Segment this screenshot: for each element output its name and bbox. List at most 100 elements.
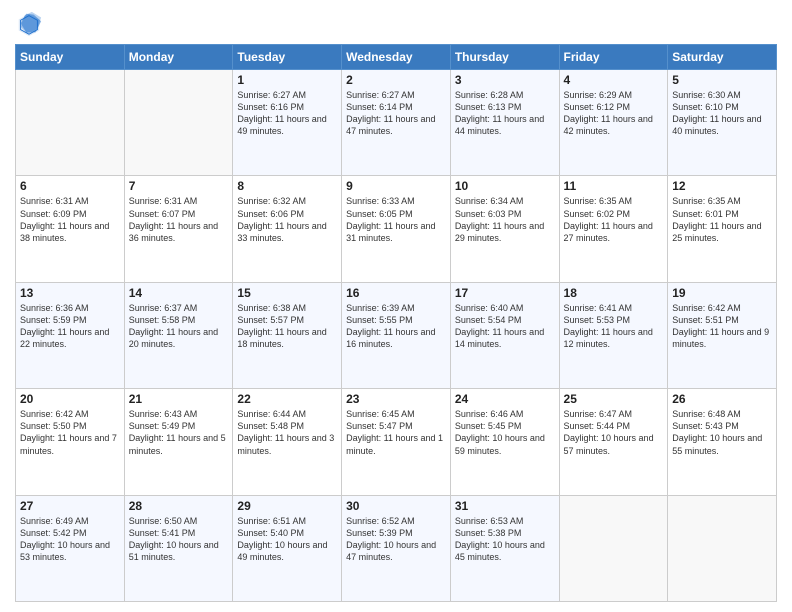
day-cell: 11 Sunrise: 6:35 AM Sunset: 6:02 PM Dayli… bbox=[559, 176, 668, 282]
day-info: Sunrise: 6:35 AM Sunset: 6:01 PM Dayligh… bbox=[672, 195, 772, 244]
day-cell: 3 Sunrise: 6:28 AM Sunset: 6:13 PM Daylig… bbox=[450, 70, 559, 176]
day-info: Sunrise: 6:53 AM Sunset: 5:38 PM Dayligh… bbox=[455, 515, 555, 564]
day-info: Sunrise: 6:46 AM Sunset: 5:45 PM Dayligh… bbox=[455, 408, 555, 457]
day-number: 31 bbox=[455, 499, 555, 513]
day-cell: 29Sunrise: 6:51 AM Sunset: 5:40 PM Dayli… bbox=[233, 495, 342, 601]
day-cell: 1Sunrise: 6:27 AM Sunset: 6:16 PM Daylig… bbox=[233, 70, 342, 176]
day-number: 4 bbox=[564, 73, 664, 87]
day-number: 11 bbox=[564, 179, 664, 193]
day-cell: 20 Sunrise: 6:42 AM Sunset: 5:50 PM Dayli… bbox=[16, 389, 125, 495]
day-cell bbox=[124, 70, 233, 176]
day-info: Sunrise: 6:50 AM Sunset: 5:41 PM Dayligh… bbox=[129, 515, 229, 564]
day-info: Sunrise: 6:27 AM Sunset: 6:14 PM Dayligh… bbox=[346, 89, 446, 138]
day-cell: 18Sunrise: 6:41 AM Sunset: 5:53 PM Dayli… bbox=[559, 282, 668, 388]
day-cell: 16Sunrise: 6:39 AM Sunset: 5:55 PM Dayli… bbox=[342, 282, 451, 388]
header-row: SundayMondayTuesdayWednesdayThursdayFrid… bbox=[16, 45, 777, 70]
day-cell: 26 Sunrise: 6:48 AM Sunset: 5:43 PM Dayli… bbox=[668, 389, 777, 495]
day-number: 13 bbox=[20, 286, 120, 300]
day-info: Sunrise: 6:47 AM Sunset: 5:44 PM Dayligh… bbox=[564, 408, 664, 457]
day-info: Sunrise: 6:33 AM Sunset: 6:05 PM Dayligh… bbox=[346, 195, 446, 244]
day-number: 26 bbox=[672, 392, 772, 406]
day-cell: 21 Sunrise: 6:43 AM Sunset: 5:49 PM Dayli… bbox=[124, 389, 233, 495]
day-number: 7 bbox=[129, 179, 229, 193]
day-number: 5 bbox=[672, 73, 772, 87]
day-number: 16 bbox=[346, 286, 446, 300]
day-number: 20 bbox=[20, 392, 120, 406]
day-number: 25 bbox=[564, 392, 664, 406]
day-cell: 30 Sunrise: 6:52 AM Sunset: 5:39 PM Dayli… bbox=[342, 495, 451, 601]
day-info: Sunrise: 6:40 AM Sunset: 5:54 PM Dayligh… bbox=[455, 302, 555, 351]
day-info: Sunrise: 6:44 AM Sunset: 5:48 PM Dayligh… bbox=[237, 408, 337, 457]
day-info: Sunrise: 6:52 AM Sunset: 5:39 PM Dayligh… bbox=[346, 515, 446, 564]
day-info: Sunrise: 6:43 AM Sunset: 5:49 PM Dayligh… bbox=[129, 408, 229, 457]
day-info: Sunrise: 6:31 AM Sunset: 6:07 PM Dayligh… bbox=[129, 195, 229, 244]
day-number: 12 bbox=[672, 179, 772, 193]
day-number: 19 bbox=[672, 286, 772, 300]
day-header-monday: Monday bbox=[124, 45, 233, 70]
day-cell: 24 Sunrise: 6:46 AM Sunset: 5:45 PM Dayli… bbox=[450, 389, 559, 495]
day-info: Sunrise: 6:38 AM Sunset: 5:57 PM Dayligh… bbox=[237, 302, 337, 351]
day-header-tuesday: Tuesday bbox=[233, 45, 342, 70]
day-cell: 9 Sunrise: 6:33 AM Sunset: 6:05 PM Daylig… bbox=[342, 176, 451, 282]
day-number: 2 bbox=[346, 73, 446, 87]
day-number: 30 bbox=[346, 499, 446, 513]
day-cell: 5 Sunrise: 6:30 AM Sunset: 6:10 PM Daylig… bbox=[668, 70, 777, 176]
day-info: Sunrise: 6:29 AM Sunset: 6:12 PM Dayligh… bbox=[564, 89, 664, 138]
day-number: 9 bbox=[346, 179, 446, 193]
week-row-2: 13 Sunrise: 6:36 AM Sunset: 5:59 PM Dayli… bbox=[16, 282, 777, 388]
day-info: Sunrise: 6:31 AM Sunset: 6:09 PM Dayligh… bbox=[20, 195, 120, 244]
day-info: Sunrise: 6:49 AM Sunset: 5:42 PM Dayligh… bbox=[20, 515, 120, 564]
day-info: Sunrise: 6:28 AM Sunset: 6:13 PM Dayligh… bbox=[455, 89, 555, 138]
day-info: Sunrise: 6:36 AM Sunset: 5:59 PM Dayligh… bbox=[20, 302, 120, 351]
day-number: 24 bbox=[455, 392, 555, 406]
calendar-body: 1Sunrise: 6:27 AM Sunset: 6:16 PM Daylig… bbox=[16, 70, 777, 602]
day-info: Sunrise: 6:27 AM Sunset: 6:16 PM Dayligh… bbox=[237, 89, 337, 138]
day-header-thursday: Thursday bbox=[450, 45, 559, 70]
week-row-0: 1Sunrise: 6:27 AM Sunset: 6:16 PM Daylig… bbox=[16, 70, 777, 176]
day-header-wednesday: Wednesday bbox=[342, 45, 451, 70]
day-info: Sunrise: 6:41 AM Sunset: 5:53 PM Dayligh… bbox=[564, 302, 664, 351]
day-cell: 7 Sunrise: 6:31 AM Sunset: 6:07 PM Daylig… bbox=[124, 176, 233, 282]
day-info: Sunrise: 6:42 AM Sunset: 5:51 PM Dayligh… bbox=[672, 302, 772, 351]
day-cell: 23Sunrise: 6:45 AM Sunset: 5:47 PM Dayli… bbox=[342, 389, 451, 495]
day-number: 22 bbox=[237, 392, 337, 406]
logo-icon bbox=[15, 10, 43, 38]
day-info: Sunrise: 6:35 AM Sunset: 6:02 PM Dayligh… bbox=[564, 195, 664, 244]
day-cell: 10Sunrise: 6:34 AM Sunset: 6:03 PM Dayli… bbox=[450, 176, 559, 282]
calendar-table: SundayMondayTuesdayWednesdayThursdayFrid… bbox=[15, 44, 777, 602]
day-info: Sunrise: 6:45 AM Sunset: 5:47 PM Dayligh… bbox=[346, 408, 446, 457]
week-row-3: 20 Sunrise: 6:42 AM Sunset: 5:50 PM Dayli… bbox=[16, 389, 777, 495]
day-info: Sunrise: 6:32 AM Sunset: 6:06 PM Dayligh… bbox=[237, 195, 337, 244]
day-number: 17 bbox=[455, 286, 555, 300]
day-info: Sunrise: 6:30 AM Sunset: 6:10 PM Dayligh… bbox=[672, 89, 772, 138]
day-info: Sunrise: 6:42 AM Sunset: 5:50 PM Dayligh… bbox=[20, 408, 120, 457]
week-row-4: 27 Sunrise: 6:49 AM Sunset: 5:42 PM Dayli… bbox=[16, 495, 777, 601]
day-number: 15 bbox=[237, 286, 337, 300]
logo bbox=[15, 10, 47, 38]
day-cell: 15 Sunrise: 6:38 AM Sunset: 5:57 PM Dayli… bbox=[233, 282, 342, 388]
day-cell: 4 Sunrise: 6:29 AM Sunset: 6:12 PM Daylig… bbox=[559, 70, 668, 176]
day-cell: 2 Sunrise: 6:27 AM Sunset: 6:14 PM Daylig… bbox=[342, 70, 451, 176]
day-number: 6 bbox=[20, 179, 120, 193]
header bbox=[15, 10, 777, 38]
day-number: 27 bbox=[20, 499, 120, 513]
day-number: 28 bbox=[129, 499, 229, 513]
day-cell: 13 Sunrise: 6:36 AM Sunset: 5:59 PM Dayli… bbox=[16, 282, 125, 388]
day-number: 10 bbox=[455, 179, 555, 193]
page: SundayMondayTuesdayWednesdayThursdayFrid… bbox=[0, 0, 792, 612]
day-cell bbox=[16, 70, 125, 176]
day-info: Sunrise: 6:48 AM Sunset: 5:43 PM Dayligh… bbox=[672, 408, 772, 457]
day-cell bbox=[559, 495, 668, 601]
day-cell: 27 Sunrise: 6:49 AM Sunset: 5:42 PM Dayli… bbox=[16, 495, 125, 601]
day-header-saturday: Saturday bbox=[668, 45, 777, 70]
day-cell: 28 Sunrise: 6:50 AM Sunset: 5:41 PM Dayli… bbox=[124, 495, 233, 601]
day-number: 3 bbox=[455, 73, 555, 87]
day-header-friday: Friday bbox=[559, 45, 668, 70]
day-header-sunday: Sunday bbox=[16, 45, 125, 70]
day-number: 21 bbox=[129, 392, 229, 406]
day-number: 29 bbox=[237, 499, 337, 513]
day-cell: 6 Sunrise: 6:31 AM Sunset: 6:09 PM Daylig… bbox=[16, 176, 125, 282]
day-number: 8 bbox=[237, 179, 337, 193]
day-cell: 8 Sunrise: 6:32 AM Sunset: 6:06 PM Daylig… bbox=[233, 176, 342, 282]
day-cell: 17 Sunrise: 6:40 AM Sunset: 5:54 PM Dayli… bbox=[450, 282, 559, 388]
